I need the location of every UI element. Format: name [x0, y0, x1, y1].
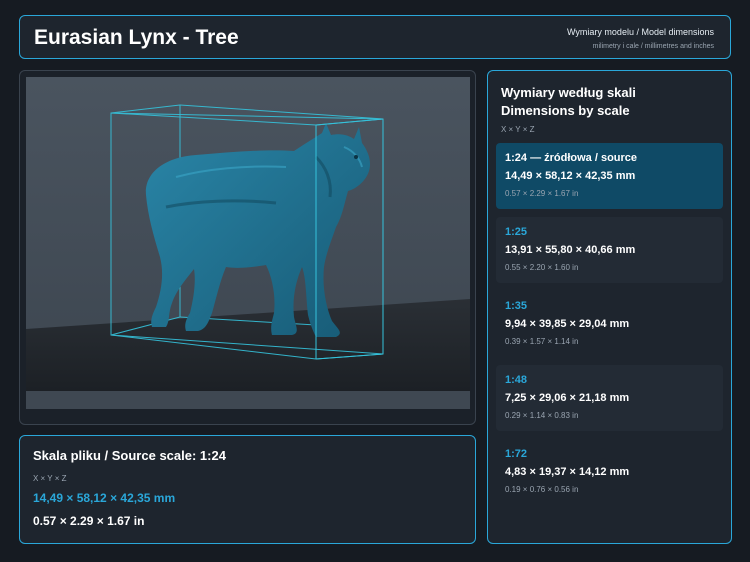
- model-title: Eurasian Lynx - Tree: [34, 26, 239, 49]
- scale-label: 1:25: [505, 226, 528, 238]
- source-axes-label: X × Y × Z: [33, 474, 67, 483]
- scale-dimensions-mm: 4,83 × 19,37 × 14,12 mm: [505, 466, 630, 478]
- header-subtitle: Wymiary modelu / Model dimensions: [567, 27, 714, 37]
- model-viewport-frame: [19, 70, 476, 425]
- source-scale-panel: Skala pliku / Source scale: 1:24 X × Y ×…: [19, 435, 476, 544]
- scale-label: 1:48: [505, 374, 528, 386]
- header-units-note: milimetry i cale / millimetres and inche…: [592, 43, 714, 50]
- scale-card-1-35[interactable]: 1:35 9,94 × 39,85 × 29,04 mm 0.39 × 1.57…: [496, 291, 723, 357]
- scale-label: 1:72: [505, 448, 528, 460]
- scale-dimensions-inches: 0.57 × 2.29 × 1.67 in: [505, 189, 579, 198]
- model-viewport[interactable]: [26, 77, 470, 409]
- scales-title-en: Dimensions by scale: [501, 103, 630, 118]
- scale-dimensions-inches: 0.29 × 1.14 × 0.83 in: [505, 411, 579, 420]
- source-dimensions-inches: 0.57 × 2.29 × 1.67 in: [33, 514, 145, 528]
- scales-title-pl: Wymiary według skali: [501, 85, 636, 100]
- scale-dimensions-inches: 0.19 × 0.76 × 0.56 in: [505, 485, 579, 494]
- scale-card-1-72[interactable]: 1:72 4,83 × 19,37 × 14,12 mm 0.19 × 0.76…: [496, 439, 723, 505]
- scale-dimensions-mm: 7,25 × 29,06 × 21,18 mm: [505, 392, 630, 404]
- scale-card-1-25[interactable]: 1:25 13,91 × 55,80 × 40,66 mm 0.55 × 2.2…: [496, 217, 723, 283]
- scale-dimensions-mm: 9,94 × 39,85 × 29,04 mm: [505, 318, 630, 330]
- scale-dimensions-inches: 0.55 × 2.20 × 1.60 in: [505, 263, 579, 272]
- dimensions-by-scale-panel: Wymiary według skali Dimensions by scale…: [487, 70, 732, 544]
- header-bar: Eurasian Lynx - Tree Wymiary modelu / Mo…: [19, 15, 731, 59]
- scale-label: 1:35: [505, 300, 528, 312]
- scale-card-1-48[interactable]: 1:48 7,25 × 29,06 × 21,18 mm 0.29 × 1.14…: [496, 365, 723, 431]
- scale-dimensions-inches: 0.39 × 1.57 × 1.14 in: [505, 337, 579, 346]
- scales-axes-label: X × Y × Z: [501, 125, 535, 134]
- source-dimensions-mm: 14,49 × 58,12 × 42,35 mm: [33, 491, 176, 505]
- scale-label: 1:24 — źródłowa / source: [505, 152, 638, 164]
- source-scale-title: Skala pliku / Source scale: 1:24: [33, 448, 226, 463]
- scales-title: Wymiary według skali Dimensions by scale: [501, 84, 636, 120]
- viewport-render: [26, 77, 470, 409]
- scale-dimensions-mm: 13,91 × 55,80 × 40,66 mm: [505, 244, 636, 256]
- scale-dimensions-mm: 14,49 × 58,12 × 42,35 mm: [505, 170, 636, 182]
- scale-card-1-24[interactable]: 1:24 — źródłowa / source 14,49 × 58,12 ×…: [496, 143, 723, 209]
